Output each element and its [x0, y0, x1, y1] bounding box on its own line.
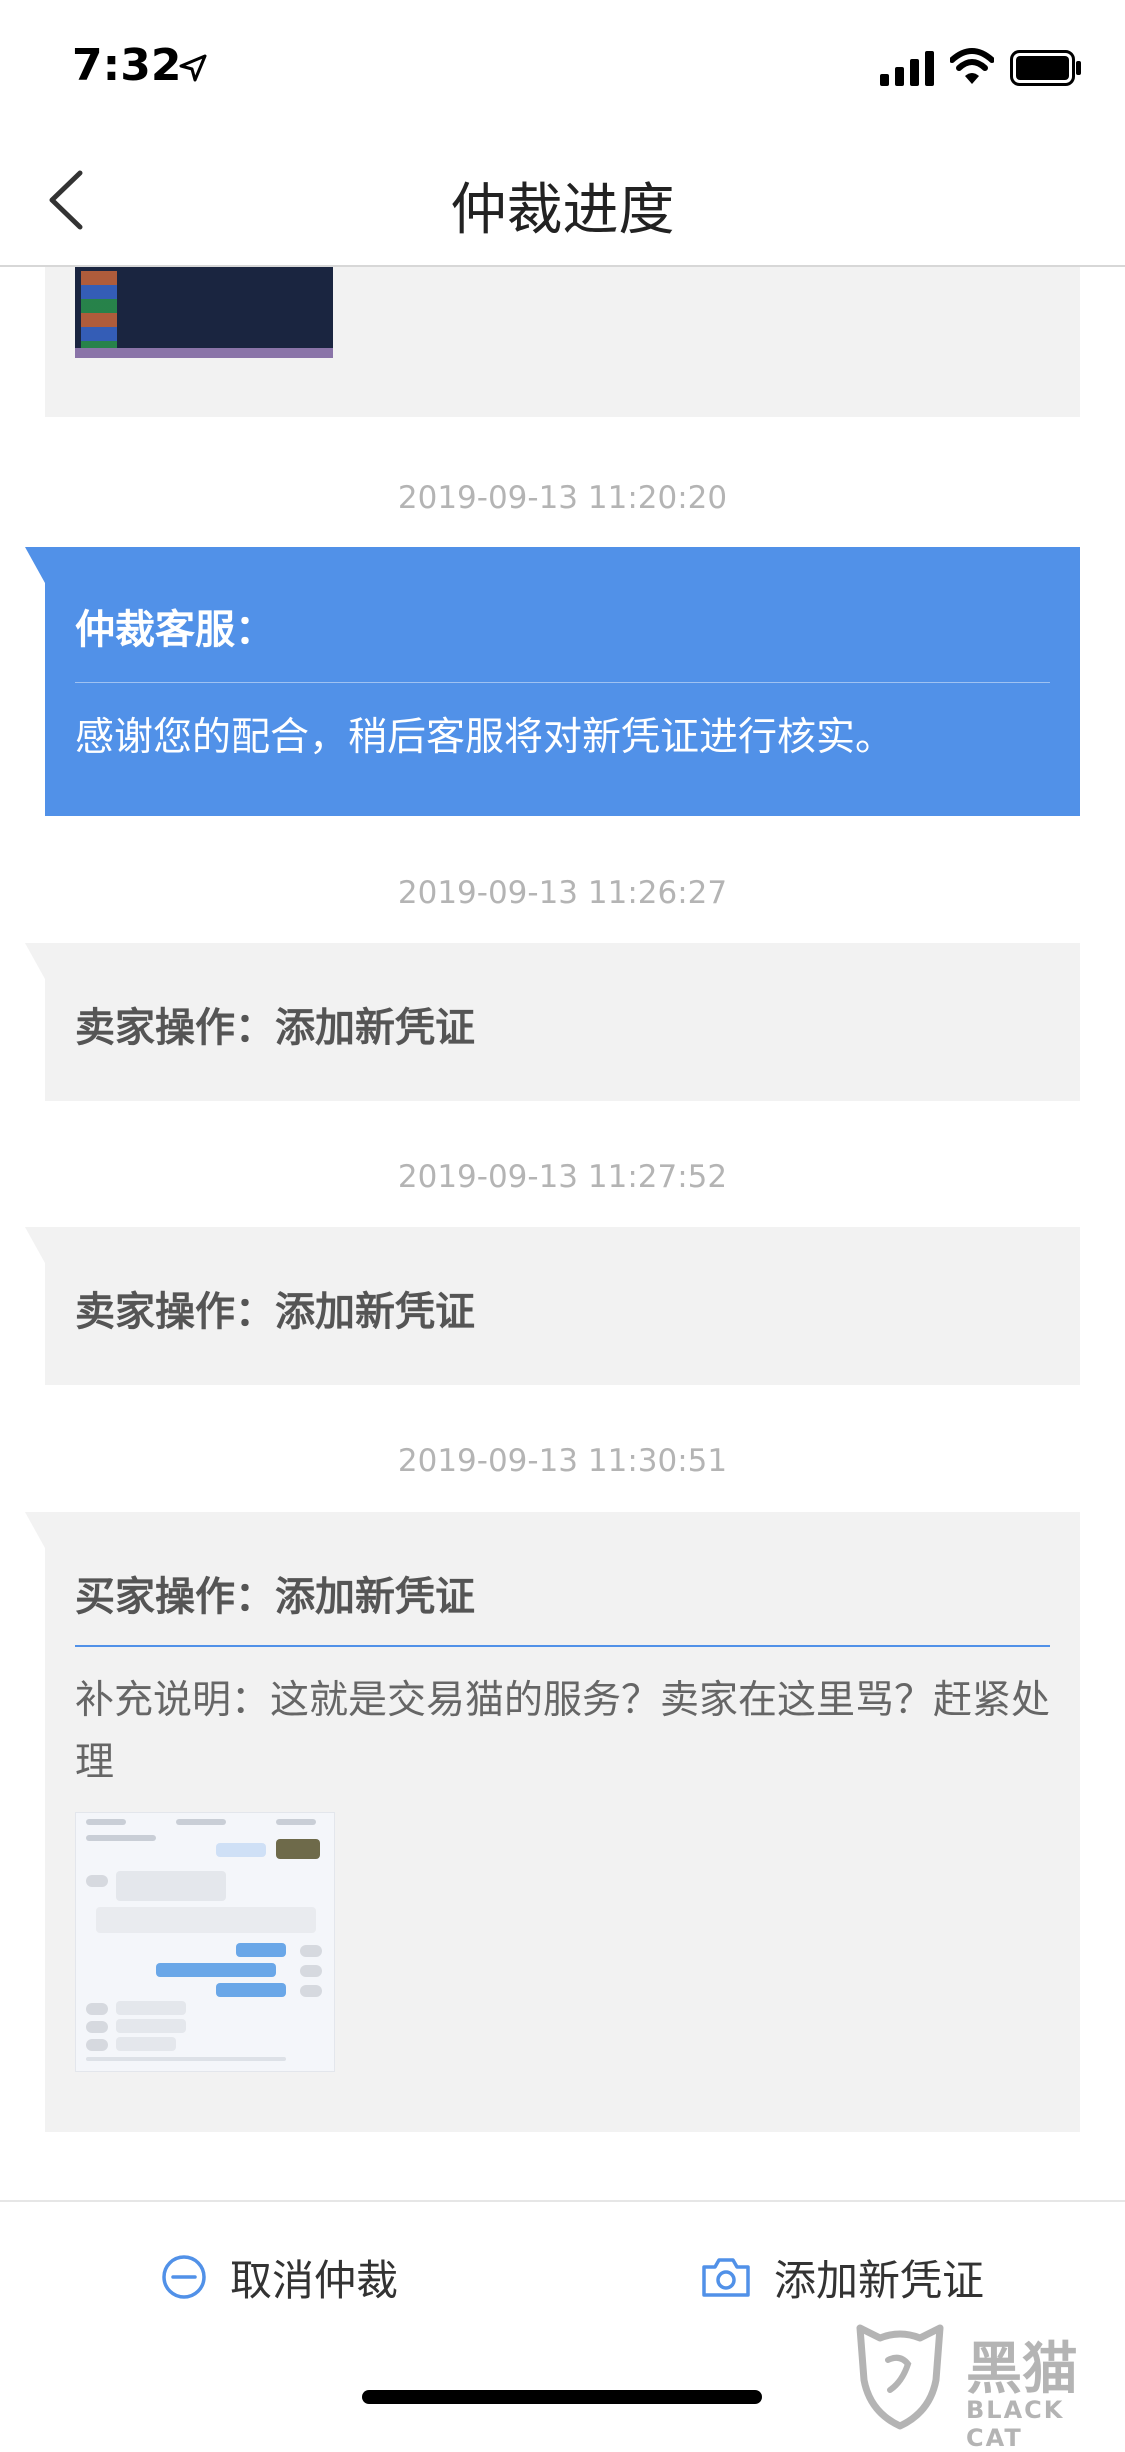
timeline-card-partial: [45, 267, 1080, 417]
camera-icon: [702, 2258, 750, 2297]
message-text: 感谢您的配合，稍后客服将对新凭证进行核实。: [75, 715, 895, 760]
location-arrow-icon: [179, 54, 207, 82]
card-divider: [75, 1645, 1050, 1647]
cellular-signal-icon: [880, 51, 934, 86]
timeline-card-buyer: 买家操作：添加新凭证 补充说明：这就是交易猫的服务？卖家在这里骂？赶紧处理: [25, 1512, 1080, 2132]
nav-bar: 仲裁进度: [0, 135, 1125, 267]
supplement-text: 补充说明：这就是交易猫的服务？卖家在这里骂？赶紧处理: [75, 1678, 1051, 1785]
timestamp: 2019-09-13 11:27:52: [397, 1159, 728, 1195]
add-evidence-button[interactable]: 添加新凭证: [700, 2242, 984, 2312]
timestamp: 2019-09-13 11:26:27: [397, 875, 728, 911]
card-divider: [75, 682, 1050, 683]
arbitration-timeline[interactable]: 2019-09-13 11:20:20 仲裁客服： 感谢您的配合，稍后客服将对新…: [0, 267, 1125, 2200]
home-indicator: [362, 2390, 762, 2404]
timeline-card-seller: 卖家操作：添加新凭证: [25, 943, 1080, 1101]
evidence-image-thumbnail[interactable]: [75, 267, 333, 358]
watermark-subtext: BLACK CAT: [966, 2396, 1065, 2452]
sender-label: 卖家操作：添加新凭证: [75, 1289, 475, 1335]
page-title: 仲裁进度: [450, 178, 675, 243]
timestamp: 2019-09-13 11:20:20: [397, 480, 728, 516]
watermark-text: 黑猫: [966, 2337, 1078, 2402]
battery-icon: [1010, 50, 1081, 86]
cancel-arbitration-button[interactable]: 取消仲裁: [160, 2242, 398, 2312]
timeline-card-seller: 卖家操作：添加新凭证: [25, 1227, 1080, 1385]
cat-shield-logo-icon: [856, 2324, 944, 2430]
timestamp: 2019-09-13 11:30:51: [397, 1443, 728, 1479]
chat-screenshot-thumbnail[interactable]: [75, 1812, 335, 2072]
status-time: 7:32: [72, 40, 182, 91]
sender-label: 仲裁客服：: [75, 607, 275, 653]
sender-label: 卖家操作：添加新凭证: [75, 1005, 475, 1051]
wifi-icon: [950, 48, 994, 84]
timeline-card-service: 仲裁客服： 感谢您的配合，稍后客服将对新凭证进行核实。: [25, 547, 1080, 816]
sender-label: 买家操作：添加新凭证: [75, 1574, 475, 1620]
minus-circle-icon: [162, 2255, 206, 2299]
add-evidence-label: 添加新凭证: [774, 2255, 985, 2305]
blackcat-watermark: 黑猫 BLACK CAT: [850, 2320, 1120, 2452]
cancel-arbitration-label: 取消仲裁: [230, 2255, 399, 2305]
status-bar: 7:32: [0, 0, 1125, 135]
